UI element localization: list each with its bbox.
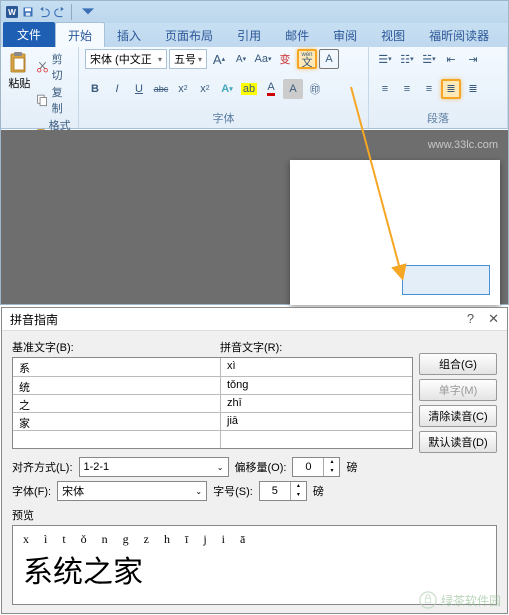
ribbon: 粘贴 剪切 复制 格式刷 剪贴板 宋体 (中文正▾ 五号▾ A▴ A▾ Aa▾ … [1,47,508,129]
group-paragraph: ☰▾ ☷▾ ☱▾ ⇤ ⇥ ≡ ≡ ≡ ≣ ≣ 段落 [369,47,508,128]
document-area[interactable] [1,130,508,304]
align-select[interactable]: 1-2-1⌄ [79,457,229,477]
offset-spin[interactable]: ▴▾ [292,457,340,477]
clear-format-button[interactable]: 变 [275,49,295,69]
tab-layout[interactable]: 页面布局 [153,23,225,47]
ruby-text-label: 拼音文字(R): [220,339,282,355]
bullets-button[interactable]: ☰▾ [375,49,395,69]
numbering-button[interactable]: ☷▾ [397,49,417,69]
copy-button[interactable]: 复制 [36,84,72,116]
ruby-cell[interactable]: tǒng [221,377,412,394]
underline-button[interactable]: U [129,79,149,99]
tab-view[interactable]: 视图 [369,23,417,47]
char-shading-button[interactable]: A [283,79,303,99]
group-clipboard: 粘贴 剪切 复制 格式刷 剪贴板 [1,47,79,128]
align-distribute-button[interactable]: ≣ [463,79,483,99]
bold-button[interactable]: B [85,79,105,99]
preview-label: 预览 [12,507,497,523]
save-icon[interactable] [21,5,35,19]
align-left-button[interactable]: ≡ [375,79,395,99]
italic-button[interactable]: I [107,79,127,99]
dialog-close-icon[interactable]: ✕ [488,311,499,327]
dialog-titlebar[interactable]: 拼音指南 ? ✕ [2,308,507,331]
increase-indent-button[interactable]: ⇥ [463,49,483,69]
group-font-title: 字体 [85,108,362,128]
tab-insert[interactable]: 插入 [105,23,153,47]
size-unit: 磅 [313,483,324,499]
decrease-indent-button[interactable]: ⇤ [441,49,461,69]
base-cell[interactable]: 统 [13,377,221,394]
base-cell[interactable] [13,431,221,448]
font-size-select[interactable]: 五号▾ [169,49,207,69]
quick-access-toolbar: W [1,1,508,23]
phonetic-guide-button[interactable]: wén文 [297,49,317,69]
subscript-button[interactable]: x2 [173,79,193,99]
base-cell[interactable]: 之 [13,395,221,412]
align-justify-button[interactable]: ≣ [441,79,461,99]
enclose-char-button[interactable]: ㊞ [305,79,325,99]
preview-ruby-text: x ì t ǒ n g z h ī j i ā [23,532,486,547]
font-name-select[interactable]: 宋体 (中文正▾ [85,49,167,69]
qat-customize-icon[interactable] [81,5,95,19]
group-button[interactable]: 组合(G) [419,353,497,375]
dialog-title: 拼音指南 [10,311,58,328]
font-label: 字体(F): [12,483,51,499]
base-cell[interactable]: 系 [13,358,221,376]
qat-separator [71,4,77,20]
tab-home[interactable]: 开始 [55,22,105,47]
group-font: 宋体 (中文正▾ 五号▾ A▴ A▾ Aa▾ 变 wén文 A B I U ab… [79,47,369,128]
phonetic-guide-dialog: 拼音指南 ? ✕ 基准文字(B): 拼音文字(R): 系xì 统tǒng 之zh… [1,307,508,614]
strike-button[interactable]: abc [151,79,171,99]
cut-button[interactable]: 剪切 [36,51,72,83]
text-effects-button[interactable]: A▾ [217,79,237,99]
selection-box [402,265,490,295]
size-label: 字号(S): [213,483,253,499]
preview-han-text: 系统之家 [23,547,486,591]
offset-unit: 磅 [346,459,357,475]
tab-references[interactable]: 引用 [225,23,273,47]
svg-text:W: W [8,8,16,17]
align-center-button[interactable]: ≡ [397,79,417,99]
word-icon: W [5,5,19,19]
redo-icon[interactable] [53,5,67,19]
single-button: 单字(M) [419,379,497,401]
paste-label: 粘贴 [8,75,30,91]
group-paragraph-title: 段落 [375,108,501,128]
watermark-url: www.33lc.com [428,139,498,151]
highlight-button[interactable]: ab [239,79,259,99]
tab-mail[interactable]: 邮件 [273,23,321,47]
ruby-cell[interactable]: zhī [221,395,412,412]
base-cell[interactable]: 家 [13,413,221,430]
dialog-help-icon[interactable]: ? [467,311,474,327]
char-border-button[interactable]: A [319,49,339,69]
shrink-font-button[interactable]: A▾ [231,49,251,69]
watermark-brand: 绿茶软件园 [419,591,501,609]
font-color-button[interactable]: A [261,79,281,99]
size-spin[interactable]: ▴▾ [259,481,307,501]
font-select[interactable]: 宋体⌄ [57,481,207,501]
grow-font-button[interactable]: A▴ [209,49,229,69]
base-text-label: 基准文字(B): [12,339,220,355]
undo-icon[interactable] [37,5,51,19]
align-label: 对齐方式(L): [12,459,73,475]
align-right-button[interactable]: ≡ [419,79,439,99]
ribbon-tabs: 文件 开始 插入 页面布局 引用 邮件 审阅 视图 福昕阅读器 [1,23,508,47]
tab-review[interactable]: 审阅 [321,23,369,47]
default-button[interactable]: 默认读音(D) [419,431,497,453]
multilevel-button[interactable]: ☱▾ [419,49,439,69]
tab-file[interactable]: 文件 [3,22,55,47]
ruby-cell[interactable] [221,431,412,448]
ruby-cell[interactable]: jiā [221,413,412,430]
superscript-button[interactable]: x2 [195,79,215,99]
offset-label: 偏移量(O): [235,459,287,475]
ruby-cell[interactable]: xì [221,358,412,376]
change-case-button[interactable]: Aa▾ [253,49,273,69]
tab-foxit[interactable]: 福昕阅读器 [417,23,501,47]
clear-button[interactable]: 清除读音(C) [419,405,497,427]
document-page[interactable] [290,160,500,305]
ruby-table: 系xì 统tǒng 之zhī 家jiā [12,357,413,449]
